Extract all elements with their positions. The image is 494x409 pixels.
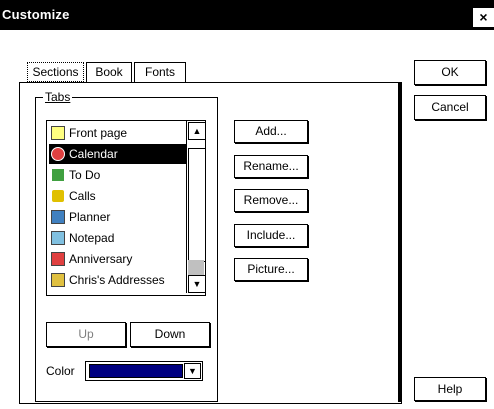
down-button-label: Down (154, 327, 186, 341)
add-button[interactable]: Add... (234, 120, 308, 143)
tab-fonts-label: Fonts (144, 65, 175, 79)
close-button[interactable]: × (473, 8, 494, 27)
todo-check-icon (51, 168, 65, 182)
scroll-up-button[interactable]: ▲ (188, 122, 206, 140)
color-dropdown-button[interactable]: ▼ (184, 363, 201, 379)
help-button[interactable]: Help (414, 377, 486, 401)
address-book-icon (51, 273, 65, 287)
list-item-label: To Do (69, 168, 101, 182)
list-item-label: Planner (69, 210, 111, 224)
list-item[interactable]: Anniversary (49, 249, 187, 269)
list-item[interactable]: Calls (49, 186, 187, 206)
picture-button-label: Picture... (247, 262, 295, 276)
triangle-up-icon: ▲ (192, 126, 202, 136)
tab-sections-label: Sections (32, 65, 79, 79)
up-button-label: Up (78, 327, 94, 341)
tabs-group-label: Tabs (43, 90, 73, 104)
list-item[interactable]: Calendar (49, 144, 187, 164)
sections-listbox[interactable]: Front page Calendar To Do Calls Planner … (46, 120, 206, 296)
up-button[interactable]: Up (46, 322, 126, 347)
notepad-icon (51, 231, 65, 245)
include-button[interactable]: Include... (234, 224, 308, 247)
ok-button-label: OK (441, 65, 459, 79)
remove-button-label: Remove... (243, 193, 299, 207)
add-button-label: Add... (255, 124, 287, 138)
front-page-icon (51, 126, 65, 140)
color-label: Color (46, 364, 75, 378)
ok-button[interactable]: OK (414, 60, 486, 85)
list-item-label: Front page (69, 126, 128, 140)
help-button-label: Help (437, 382, 463, 396)
list-item-label: Calendar (69, 147, 118, 161)
close-icon: × (479, 9, 488, 25)
picture-button[interactable]: Picture... (234, 258, 308, 281)
list-item[interactable]: Notepad (49, 228, 187, 248)
chevron-down-icon: ▼ (188, 366, 197, 376)
calendar-icon (51, 147, 65, 161)
list-item[interactable]: Planner (49, 207, 187, 227)
scroll-down-button[interactable]: ▼ (188, 275, 206, 293)
title-bar: Customize × (0, 0, 494, 30)
list-item-label: Calls (69, 189, 96, 203)
planner-icon (51, 210, 65, 224)
include-button-label: Include... (246, 228, 296, 242)
phone-icon (51, 189, 65, 203)
rename-button[interactable]: Rename... (234, 155, 308, 178)
tab-fonts[interactable]: Fonts (134, 62, 186, 82)
cancel-button-label: Cancel (431, 100, 469, 114)
color-swatch (89, 364, 183, 378)
scroll-thumb[interactable] (188, 148, 206, 262)
window-title: Customize (2, 7, 70, 22)
tab-book[interactable]: Book (86, 62, 132, 82)
list-item[interactable]: Chris's Addresses (49, 270, 187, 290)
sheet-shadow (398, 82, 401, 402)
cancel-button[interactable]: Cancel (414, 95, 486, 120)
list-item-label: Notepad (69, 231, 115, 245)
tabs-group-label-text: Tabs (45, 90, 71, 104)
rename-button-label: Rename... (243, 159, 299, 173)
tab-sections[interactable]: Sections (27, 62, 84, 82)
down-button[interactable]: Down (130, 322, 210, 347)
anniversary-icon (51, 252, 65, 266)
tab-book-label: Book (95, 65, 123, 79)
remove-button[interactable]: Remove... (234, 189, 308, 212)
list-item-label: Anniversary (69, 252, 133, 266)
list-item[interactable]: To Do (49, 165, 187, 185)
triangle-down-icon: ▼ (192, 279, 202, 289)
list-item[interactable]: Front page (49, 123, 187, 143)
list-item-label: Chris's Addresses (69, 273, 165, 287)
